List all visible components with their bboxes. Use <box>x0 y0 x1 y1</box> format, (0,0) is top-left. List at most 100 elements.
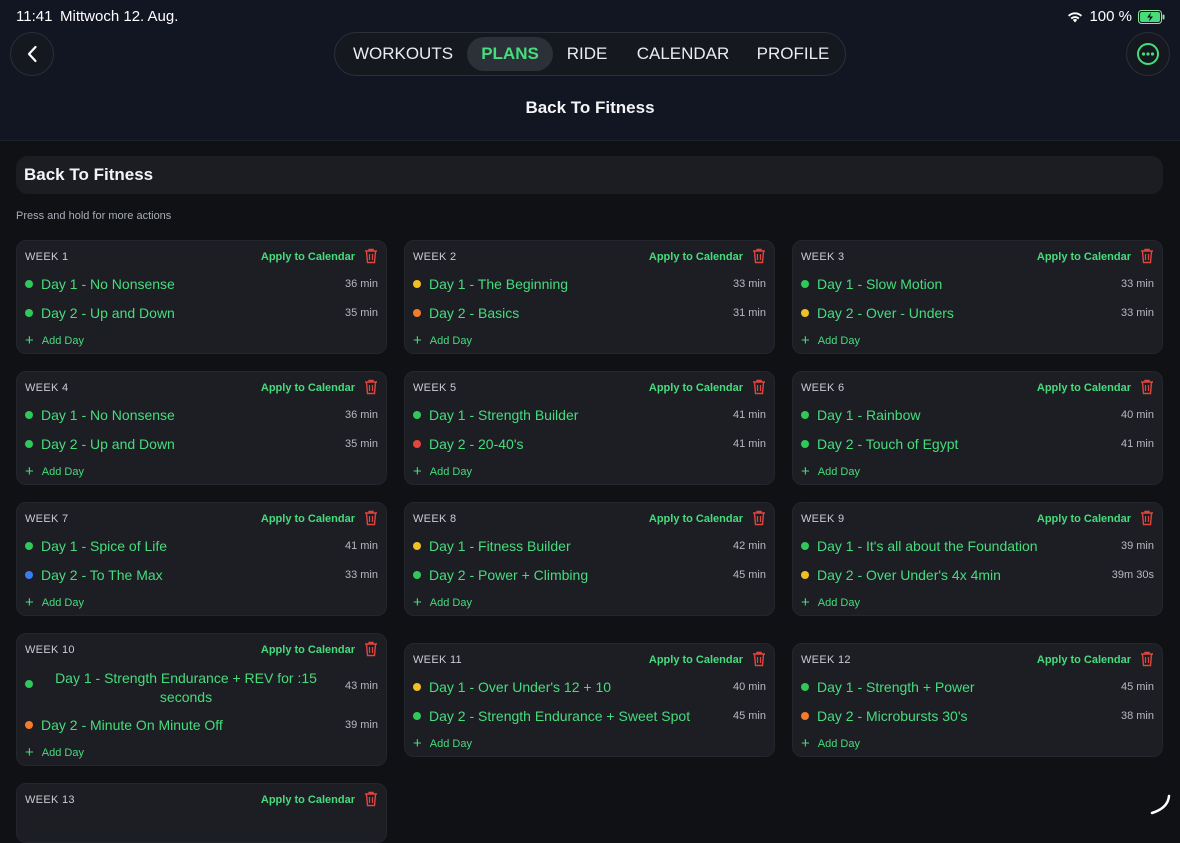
day-item[interactable]: Day 2 - Basics 31 min <box>413 303 766 325</box>
apply-to-calendar-button[interactable]: Apply to Calendar <box>261 251 355 263</box>
week-card[interactable]: WEEK 8 Apply to Calendar Day 1 - Fitness B… <box>404 502 775 616</box>
week-card[interactable]: WEEK 7 Apply to Calendar Day 1 - Spice of … <box>16 502 387 616</box>
add-day-button[interactable]: + Add Day <box>413 593 472 611</box>
apply-to-calendar-button[interactable]: Apply to Calendar <box>261 794 355 806</box>
apply-to-calendar-button[interactable]: Apply to Calendar <box>261 382 355 394</box>
tab-ride[interactable]: RIDE <box>559 37 615 71</box>
intensity-dot <box>25 542 33 550</box>
trash-icon[interactable] <box>364 641 378 657</box>
week-card[interactable]: WEEK 3 Apply to Calendar Day 1 - Slow Moti… <box>792 240 1163 354</box>
day-item[interactable]: Day 2 - Up and Down 35 min <box>25 434 378 456</box>
week-card[interactable]: WEEK 2 Apply to Calendar Day 1 - The Begin… <box>404 240 775 354</box>
day-item[interactable]: Day 2 - Over - Unders 33 min <box>801 303 1154 325</box>
add-day-button[interactable]: + Add Day <box>801 593 860 611</box>
day-item[interactable]: Day 2 - Over Under's 4x 4min 39m 30s <box>801 565 1154 587</box>
week-label: WEEK 1 <box>25 251 69 263</box>
tab-plans[interactable]: PLANS <box>467 37 553 71</box>
add-day-button[interactable]: + Add Day <box>413 734 472 752</box>
add-day-button[interactable]: + Add Day <box>25 331 84 349</box>
day-duration: 41 min <box>344 540 378 552</box>
tab-workouts[interactable]: WORKOUTS <box>343 37 463 71</box>
intensity-dot <box>801 542 809 550</box>
add-day-button[interactable]: + Add Day <box>25 743 84 761</box>
plus-icon: + <box>25 463 34 480</box>
add-day-button[interactable]: + Add Day <box>801 462 860 480</box>
plan-name-field[interactable]: Back To Fitness <box>16 156 1163 194</box>
trash-icon[interactable] <box>1140 248 1154 264</box>
day-item[interactable]: Day 1 - Over Under's 12 + 10 40 min <box>413 677 766 699</box>
trash-icon[interactable] <box>364 248 378 264</box>
back-button[interactable] <box>10 32 54 76</box>
day-item[interactable]: Day 2 - 20-40's 41 min <box>413 434 766 456</box>
day-item[interactable]: Day 1 - No Nonsense 36 min <box>25 274 378 296</box>
trash-icon[interactable] <box>752 379 766 395</box>
week-card[interactable]: WEEK 11 Apply to Calendar Day 1 - Over Und… <box>404 643 775 757</box>
day-item[interactable]: Day 1 - No Nonsense 36 min <box>25 405 378 427</box>
day-item[interactable]: Day 2 - Power + Climbing 45 min <box>413 565 766 587</box>
day-item[interactable]: Day 2 - To The Max 33 min <box>25 565 378 587</box>
week-card[interactable]: WEEK 6 Apply to Calendar Day 1 - Rainbow 40… <box>792 371 1163 485</box>
trash-icon[interactable] <box>364 379 378 395</box>
trash-icon[interactable] <box>1140 510 1154 526</box>
apply-to-calendar-button[interactable]: Apply to Calendar <box>1037 654 1131 666</box>
apply-to-calendar-button[interactable]: Apply to Calendar <box>649 654 743 666</box>
day-item[interactable]: Day 1 - Strength Endurance + REV for :15… <box>25 667 378 707</box>
add-day-button[interactable]: + Add Day <box>25 593 84 611</box>
apply-to-calendar-button[interactable]: Apply to Calendar <box>1037 382 1131 394</box>
tab-profile[interactable]: PROFILE <box>747 37 839 71</box>
week-card[interactable]: WEEK 1 Apply to Calendar Day 1 - No Nonsen… <box>16 240 387 354</box>
trash-icon[interactable] <box>752 248 766 264</box>
trash-icon[interactable] <box>364 791 378 807</box>
apply-to-calendar-button[interactable]: Apply to Calendar <box>649 382 743 394</box>
apply-to-calendar-button[interactable]: Apply to Calendar <box>261 644 355 656</box>
day-item[interactable]: Day 2 - Up and Down 35 min <box>25 303 378 325</box>
apply-to-calendar-button[interactable]: Apply to Calendar <box>1037 251 1131 263</box>
week-card[interactable]: WEEK 9 Apply to Calendar Day 1 - It's all … <box>792 502 1163 616</box>
day-name: Day 2 - Basics <box>429 305 520 321</box>
day-item[interactable]: Day 1 - It's all about the Foundation 39 … <box>801 536 1154 558</box>
day-duration: 36 min <box>344 409 378 421</box>
day-item[interactable]: Day 2 - Touch of Egypt 41 min <box>801 434 1154 456</box>
week-card[interactable]: WEEK 5 Apply to Calendar Day 1 - Strength … <box>404 371 775 485</box>
plus-icon: + <box>413 463 422 480</box>
day-duration: 33 min <box>1120 278 1154 290</box>
trash-icon[interactable] <box>1140 379 1154 395</box>
wifi-icon <box>1068 11 1083 22</box>
add-day-button[interactable]: + Add Day <box>25 462 84 480</box>
apply-to-calendar-button[interactable]: Apply to Calendar <box>1037 513 1131 525</box>
day-item[interactable]: Day 1 - Strength + Power 45 min <box>801 677 1154 699</box>
day-name: Day 1 - It's all about the Foundation <box>817 538 1038 554</box>
week-card[interactable]: WEEK 4 Apply to Calendar Day 1 - No Nonsen… <box>16 371 387 485</box>
add-day-button[interactable]: + Add Day <box>413 462 472 480</box>
day-item[interactable]: Day 2 - Microbursts 30's 38 min <box>801 706 1154 728</box>
week-card[interactable]: WEEK 13 Apply to Calendar <box>16 783 387 843</box>
day-item[interactable]: Day 1 - Strength Builder 41 min <box>413 405 766 427</box>
day-item[interactable]: Day 1 - Rainbow 40 min <box>801 405 1154 427</box>
day-duration: 41 min <box>732 438 766 450</box>
add-day-button[interactable]: + Add Day <box>801 331 860 349</box>
apply-to-calendar-button[interactable]: Apply to Calendar <box>261 513 355 525</box>
apply-to-calendar-button[interactable]: Apply to Calendar <box>649 251 743 263</box>
day-item[interactable]: Day 1 - The Beginning 33 min <box>413 274 766 296</box>
week-card[interactable]: WEEK 10 Apply to Calendar Day 1 - Strength… <box>16 633 387 766</box>
more-button[interactable] <box>1126 32 1170 76</box>
intensity-dot <box>801 440 809 448</box>
plus-icon: + <box>413 735 422 752</box>
add-day-label: Add Day <box>817 738 860 750</box>
trash-icon[interactable] <box>1140 651 1154 667</box>
trash-icon[interactable] <box>752 651 766 667</box>
apply-to-calendar-button[interactable]: Apply to Calendar <box>649 513 743 525</box>
day-item[interactable]: Day 2 - Minute On Minute Off 39 min <box>25 715 378 737</box>
intensity-dot <box>413 280 421 288</box>
tab-calendar[interactable]: CALENDAR <box>625 37 741 71</box>
day-item[interactable]: Day 1 - Fitness Builder 42 min <box>413 536 766 558</box>
day-item[interactable]: Day 2 - Strength Endurance + Sweet Spot 4… <box>413 706 766 728</box>
day-item[interactable]: Day 1 - Spice of Life 41 min <box>25 536 378 558</box>
day-item[interactable]: Day 1 - Slow Motion 33 min <box>801 274 1154 296</box>
trash-icon[interactable] <box>752 510 766 526</box>
add-day-button[interactable]: + Add Day <box>413 331 472 349</box>
week-card[interactable]: WEEK 12 Apply to Calendar Day 1 - Strength… <box>792 643 1163 757</box>
add-day-button[interactable]: + Add Day <box>801 734 860 752</box>
week-label: WEEK 5 <box>413 382 457 394</box>
trash-icon[interactable] <box>364 510 378 526</box>
